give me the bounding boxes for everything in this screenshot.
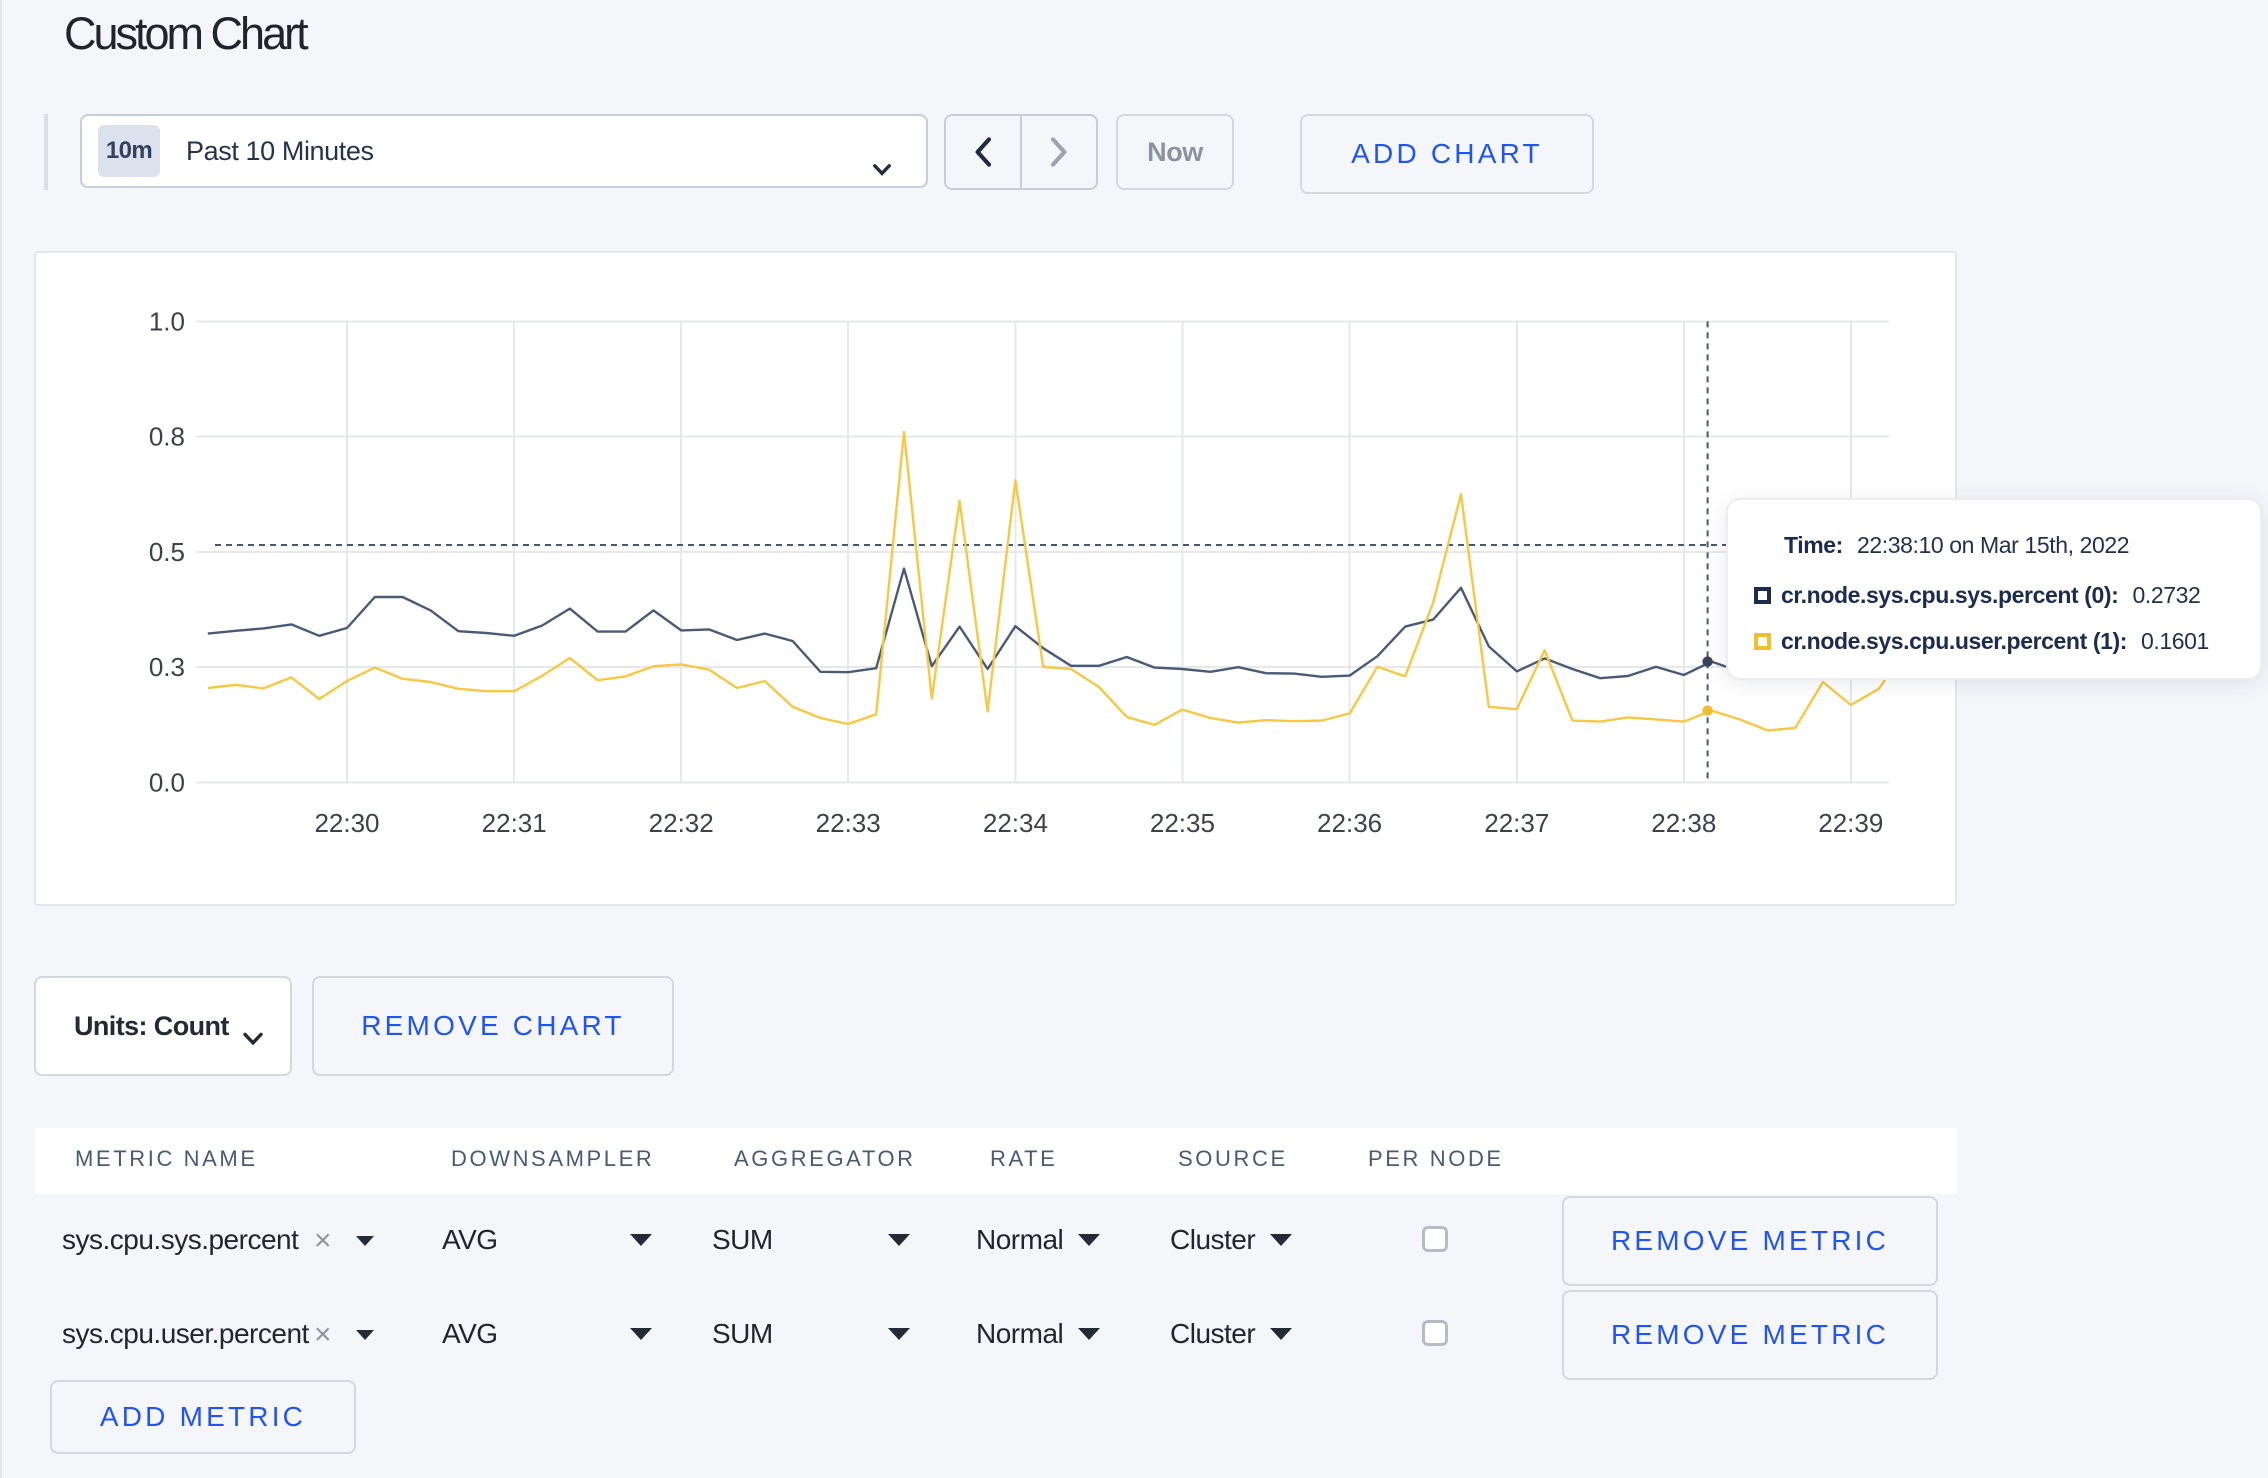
svg-text:0.3: 0.3 (149, 652, 185, 682)
svg-text:0.8: 0.8 (149, 422, 185, 452)
svg-text:22:39: 22:39 (1818, 808, 1883, 838)
svg-text:22:34: 22:34 (983, 808, 1048, 838)
svg-text:0.5: 0.5 (149, 537, 185, 567)
svg-text:0.0: 0.0 (149, 767, 185, 797)
svg-text:22:31: 22:31 (482, 808, 547, 838)
svg-text:22:37: 22:37 (1484, 808, 1549, 838)
svg-text:22:30: 22:30 (314, 808, 379, 838)
svg-text:1.0: 1.0 (149, 306, 185, 336)
svg-text:22:38: 22:38 (1651, 808, 1716, 838)
svg-text:22:36: 22:36 (1317, 808, 1382, 838)
svg-text:22:33: 22:33 (816, 808, 881, 838)
svg-text:22:32: 22:32 (649, 808, 714, 838)
svg-text:22:35: 22:35 (1150, 808, 1215, 838)
